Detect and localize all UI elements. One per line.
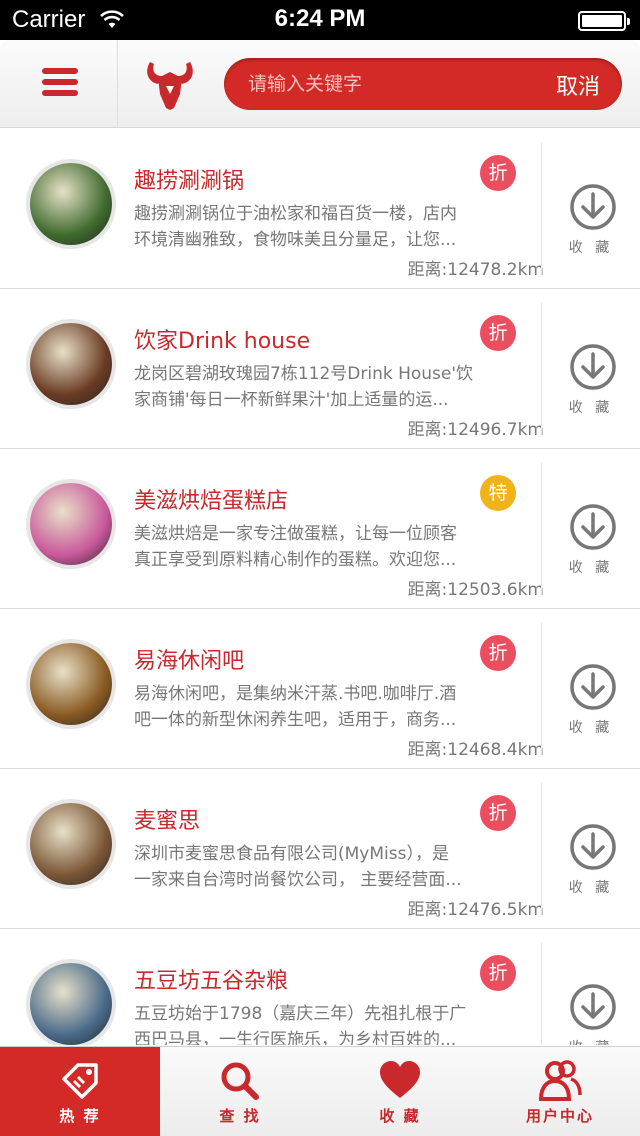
store-list[interactable]: 趣捞涮涮锅折趣捞涮涮锅位于油松家和福百货一楼，店内 环境清幽雅致，食物味美且分量足…: [0, 129, 640, 1045]
list-item[interactable]: 易海休闲吧 折易海休闲吧，是集纳米汗蒸.书吧.咖啡厅.酒 吧一体的新型休闲养生吧，适…: [0, 609, 640, 769]
tab-search[interactable]: 查 找: [160, 1047, 320, 1136]
store-title[interactable]: 趣捞涮涮锅: [134, 163, 244, 195]
favorite-button[interactable]: 收 藏: [541, 943, 640, 1045]
cancel-button[interactable]: 取消: [556, 69, 600, 101]
list-item[interactable]: 趣捞涮涮锅 折趣捞涮涮锅位于油松家和福百货一楼，店内 环境清幽雅致，食物味美且分量足…: [0, 129, 640, 289]
store-description: 深圳市麦蜜思食品有限公司(MyMiss），是 一家来自台湾时尚餐饮公司， 主要经营…: [134, 841, 518, 893]
download-circle-icon: [570, 184, 616, 230]
discount-badge: 折: [480, 635, 516, 671]
heart-icon: [378, 1059, 422, 1103]
tab-bar: 热 荐 查 找 收 藏 用户中心: [0, 1046, 640, 1136]
store-description: 美滋烘焙是一家专注做蛋糕，让每一位顾客 真正享受到原料精心制作的蛋糕。欢迎您...: [134, 521, 518, 573]
description-line: 吧一体的新型休闲养生吧，适用于，商务...: [134, 710, 457, 730]
distance-label: 距离:12496.7km: [407, 420, 544, 440]
favorite-label: 收 藏: [568, 720, 614, 736]
header: 取消: [0, 40, 640, 128]
search-input[interactable]: [248, 58, 528, 110]
discount-badge: 折: [480, 315, 516, 351]
list-item[interactable]: 饮家Drink house 折龙岗区碧湖玫瑰园7栋112号Drink House'…: [0, 289, 640, 449]
tab-users[interactable]: 用户中心: [480, 1047, 640, 1136]
description-line: 一家来自台湾时尚餐饮公司， 主要经营面...: [134, 870, 462, 890]
discount-badge: 折: [480, 955, 516, 991]
description-line: 深圳市麦蜜思食品有限公司(MyMiss），是: [134, 844, 449, 864]
distance-label: 距离:12476.5km: [407, 900, 544, 920]
store-photo: [26, 639, 116, 729]
store-title[interactable]: 美滋烘焙蛋糕店: [134, 483, 288, 515]
tab-label: 收 藏: [379, 1107, 421, 1125]
favorite-label: 收 藏: [568, 560, 614, 576]
bull-head-logo: [147, 62, 193, 110]
download-circle-icon: [570, 344, 616, 390]
description-line: 龙岗区碧湖玫瑰园7栋112号Drink House'饮: [134, 364, 474, 384]
download-circle-icon: [570, 984, 616, 1030]
favorite-button[interactable]: 收 藏: [541, 623, 640, 755]
favorite-button[interactable]: 收 藏: [541, 783, 640, 915]
description-line: 环境清幽雅致，食物味美且分量足，让您...: [134, 230, 457, 250]
favorite-button[interactable]: 收 藏: [541, 463, 640, 595]
status-bar: Carrier 6:24 PM: [0, 0, 640, 40]
clock: 6:24 PM: [274, 5, 366, 32]
distance-label: 距离:12478.2km: [407, 260, 544, 280]
description-line: 五豆坊始于1798（嘉庆三年）先祖扎根于广: [134, 1004, 467, 1024]
battery-icon: [578, 11, 630, 31]
tab-heart[interactable]: 收 藏: [320, 1047, 480, 1136]
description-line: 美滋烘焙是一家专注做蛋糕，让每一位顾客: [134, 524, 457, 544]
list-item[interactable]: 五豆坊五谷杂粮 折五豆坊始于1798（嘉庆三年）先祖扎根于广西巴马县，一生行医施乐…: [0, 929, 640, 1045]
store-photo: [26, 479, 116, 569]
tab-label: 用户中心: [525, 1107, 594, 1125]
store-title[interactable]: 易海休闲吧: [134, 643, 244, 675]
favorite-label: 收 藏: [568, 880, 614, 896]
description-line: 易海休闲吧，是集纳米汗蒸.书吧.咖啡厅.酒: [134, 684, 457, 704]
favorite-label: 收 藏: [542, 1037, 640, 1045]
menu-button[interactable]: [0, 40, 118, 128]
search-icon: [218, 1059, 262, 1103]
store-title[interactable]: 饮家Drink house: [134, 323, 310, 355]
discount-badge: 折: [480, 795, 516, 831]
store-description: 龙岗区碧湖玫瑰园7栋112号Drink House'饮 家商铺'每日一杯新鲜果汁'…: [134, 361, 518, 413]
favorite-button[interactable]: 收 藏: [541, 143, 640, 275]
store-photo: [26, 159, 116, 249]
description-line: 西巴马县，一生行医施乐，为乡村百姓的...: [134, 1030, 457, 1045]
favorite-label: 收 藏: [568, 240, 614, 256]
description-line: 真正享受到原料精心制作的蛋糕。欢迎您...: [134, 550, 457, 570]
favorite-button[interactable]: 收 藏: [541, 303, 640, 435]
distance-label: 距离:12503.6km: [407, 580, 544, 600]
tab-label: 查 找: [219, 1107, 261, 1125]
list-item[interactable]: 麦蜜思 折深圳市麦蜜思食品有限公司(MyMiss），是 一家来自台湾时尚餐饮公司， …: [0, 769, 640, 929]
store-description: 易海休闲吧，是集纳米汗蒸.书吧.咖啡厅.酒 吧一体的新型休闲养生吧，适用于，商务.…: [134, 681, 518, 733]
users-icon: [538, 1059, 582, 1103]
list-item[interactable]: 美滋烘焙蛋糕店 特美滋烘焙是一家专注做蛋糕，让每一位顾客 真正享受到原料精心制作的蛋…: [0, 449, 640, 609]
store-description: 趣捞涮涮锅位于油松家和福百货一楼，店内 环境清幽雅致，食物味美且分量足，让您...: [134, 201, 518, 253]
download-circle-icon: [570, 504, 616, 550]
tag-icon: [58, 1059, 102, 1103]
description-line: 家商铺'每日一杯新鲜果汁'加上适量的运...: [134, 390, 449, 410]
distance-label: 距离:12468.4km: [407, 740, 544, 760]
tab-tag[interactable]: 热 荐: [0, 1047, 160, 1136]
tab-label: 热 荐: [59, 1107, 101, 1125]
download-circle-icon: [570, 664, 616, 710]
store-photo: [26, 959, 116, 1045]
discount-badge: 特: [480, 475, 516, 511]
search-box: 取消: [224, 58, 622, 110]
store-photo: [26, 799, 116, 889]
hamburger-menu-icon: [42, 68, 78, 96]
favorite-label: 收 藏: [568, 400, 614, 416]
store-photo: [26, 319, 116, 409]
store-title[interactable]: 五豆坊五谷杂粮: [134, 963, 288, 995]
store-title[interactable]: 麦蜜思: [134, 803, 200, 835]
discount-badge: 折: [480, 155, 516, 191]
store-description: 五豆坊始于1798（嘉庆三年）先祖扎根于广西巴马县，一生行医施乐，为乡村百姓的.…: [134, 1001, 518, 1045]
description-line: 趣捞涮涮锅位于油松家和福百货一楼，店内: [134, 204, 457, 224]
download-circle-icon: [570, 824, 616, 870]
